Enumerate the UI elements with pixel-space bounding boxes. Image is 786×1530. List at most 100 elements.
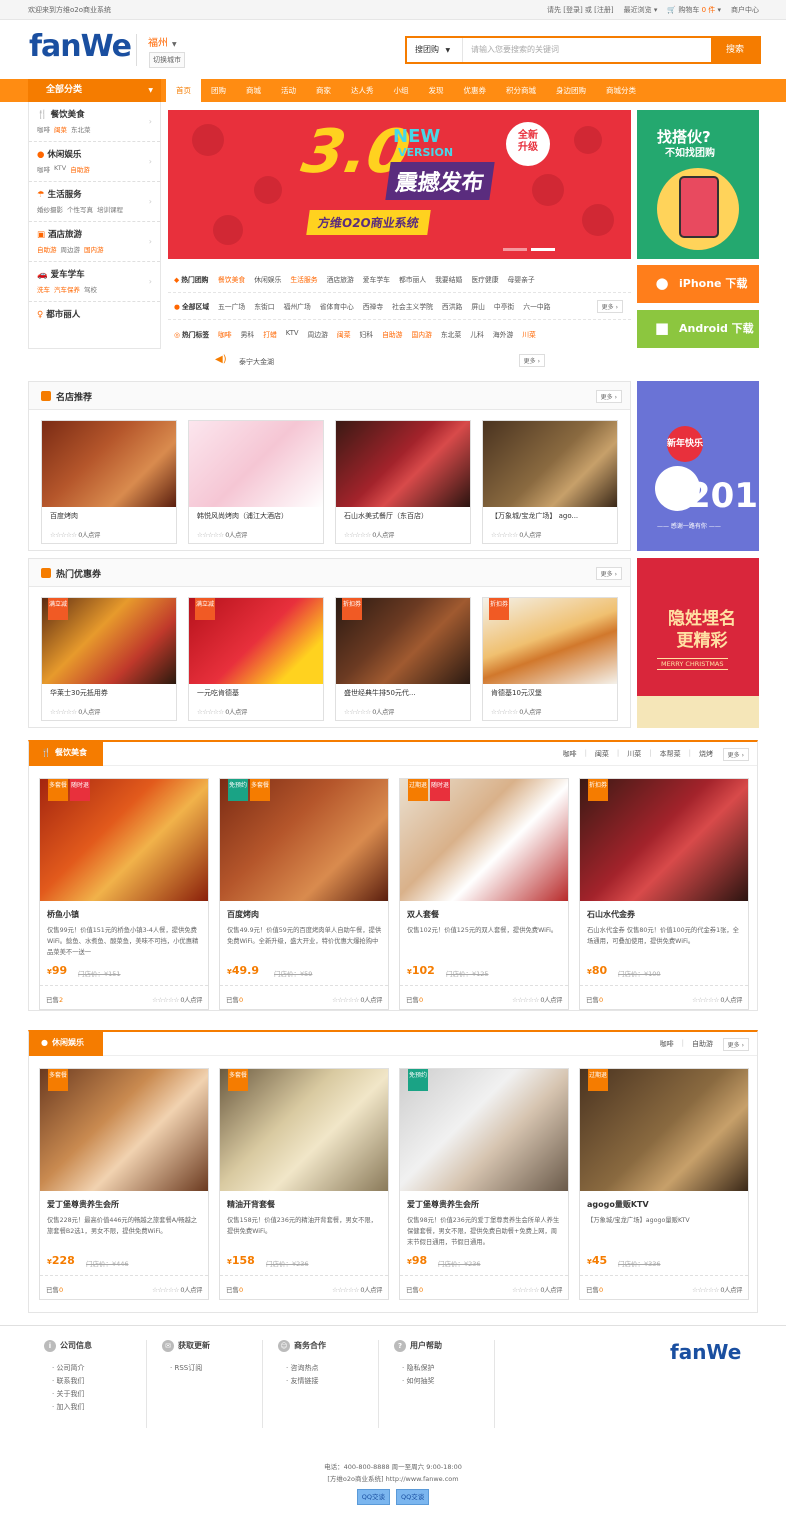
more-button[interactable]: 更多 › [595,567,622,580]
footer-link[interactable]: · 公司简介 [44,1362,92,1375]
deal-name[interactable]: 爱丁堡尊贵养生会所 [407,1199,479,1210]
filter-option[interactable]: 国内游 [411,329,431,339]
shop-card[interactable]: 韩悦风尚烤肉（浦江大酒店） ☆☆☆☆☆ 0人点评 [188,420,324,544]
switch-city-button[interactable]: 切换城市 [149,52,185,68]
recent-viewed-menu[interactable]: 最近浏览 ▾ [624,5,658,15]
filter-option[interactable]: 海外游 [493,329,513,339]
filter-option[interactable]: 餐饮美食 [218,274,245,284]
deal-card[interactable]: 过期退 随时退 双人套餐 仅售102元！价值125元的双人套餐，提供免费WiFi。 ¥1… [399,778,569,1010]
filter-option[interactable]: 生活服务 [290,274,317,284]
category-title[interactable]: ☂ 生活服务 [37,188,152,200]
category-sub-link[interactable]: 培训课程 [97,204,123,214]
deal-name[interactable]: 石山水代金券 [587,909,635,920]
all-categories-button[interactable]: 全部分类 ▼ [28,79,161,102]
nav-item[interactable]: 优惠券 [454,79,497,102]
qq-chat-button[interactable]: QQ交谈 [356,1489,390,1505]
filter-option[interactable]: 男科 [241,329,255,339]
shop-card[interactable]: 折扣券 肯德基10元汉堡 ☆☆☆☆☆ 0人点评 [482,597,618,721]
card-name[interactable]: 韩悦风尚烤肉（浦江大酒店） [197,511,288,521]
footer-link[interactable]: · 咨询热点 [278,1362,326,1375]
floor-link[interactable]: 本帮菜 [660,749,681,759]
floor-link[interactable]: 咖啡 [660,1039,674,1049]
filter-option[interactable]: 中亭街 [494,301,514,311]
card-name[interactable]: 百度烤肉 [50,511,78,521]
card-image[interactable] [42,421,176,507]
deal-name[interactable]: 精油开背套餐 [227,1199,275,1210]
filter-option[interactable]: 屏山 [471,301,485,311]
footer-link[interactable]: · RSS订阅 [162,1362,210,1375]
filter-option[interactable]: 母婴亲子 [508,274,535,284]
filter-option[interactable]: 省体育中心 [320,301,354,311]
deal-card[interactable]: 过期退 agogo量贩KTV 【万象城/宝龙广场】agogo量贩KTV ¥45 门店价：… [579,1068,749,1300]
new-year-poster[interactable]: 新年快乐 2015 —— 感谢一路有你 —— [637,381,759,551]
category-group[interactable]: ▣ 酒店旅游 自助游 周边游 国内游 › [29,222,160,262]
christmas-poster[interactable]: 隐姓埋名更精彩 MERRY CHRISTMAS [637,558,759,728]
category-sub-link[interactable]: 驾校 [84,284,97,294]
filter-option[interactable]: 川菜 [522,329,536,339]
nav-item[interactable]: 发现 [419,79,454,102]
category-sub-link[interactable]: 周边游 [61,244,81,254]
footer-link[interactable]: · 隐私保护 [394,1362,442,1375]
footer-link[interactable]: · 关于我们 [44,1388,92,1401]
filter-option[interactable]: 福州广场 [284,301,311,311]
deal-name[interactable]: 桥鱼小镇 [47,909,79,920]
filter-option[interactable]: 西禅寺 [363,301,383,311]
nav-item[interactable]: 团购 [201,79,236,102]
category-sub-link[interactable]: 自助游 [37,244,57,254]
more-button[interactable]: 更多 › [722,1038,749,1051]
nav-item[interactable]: 身边团购 [546,79,596,102]
filter-option[interactable]: 东北菜 [441,329,461,339]
login-register-link[interactable]: 请先 [登录] 或 [注册] [547,5,614,15]
category-group[interactable]: ● 休闲娱乐 咖啡 KTV 自助游 › [29,142,160,182]
filter-option[interactable]: 闽菜 [337,329,351,339]
filter-option[interactable]: 都市丽人 [399,274,426,284]
card-name[interactable]: 石山水美式餐厅（东百店） [344,511,428,521]
shop-card[interactable]: 折扣券 盛世经典牛排50元代... ☆☆☆☆☆ 0人点评 [335,597,471,721]
deal-card[interactable]: 免预约 爱丁堡尊贵养生会所 仅售98元！价值236元的爱丁堡尊贵养生会所单人养生保健… [399,1068,569,1300]
shop-card[interactable]: 满立减 华莱士30元抵用券 ☆☆☆☆☆ 0人点评 [41,597,177,721]
filter-option[interactable]: 东街口 [254,301,274,311]
nav-item[interactable]: 首页 [166,79,201,102]
deal-name[interactable]: 爱丁堡尊贵养生会所 [47,1199,119,1210]
category-sub-link[interactable]: 国内游 [84,244,104,254]
category-title[interactable]: ▣ 酒店旅游 [37,228,152,240]
category-sub-link[interactable]: 咖啡 [37,124,50,134]
card-name[interactable]: 华莱士30元抵用券 [50,688,108,698]
iphone-download-button[interactable]: ● iPhone 下载 [637,265,759,303]
category-sub-link[interactable]: 自助游 [70,164,90,174]
footer-link[interactable]: · 如何抽奖 [394,1375,442,1388]
category-sub-link[interactable]: 闽菜 [54,124,67,134]
shop-card[interactable]: 百度烤肉 ☆☆☆☆☆ 0人点评 [41,420,177,544]
filter-option[interactable]: 爱车学车 [363,274,390,284]
banner-dot[interactable] [503,248,527,251]
filter-option[interactable]: 咖啡 [218,329,232,339]
deal-name[interactable]: agogo量贩KTV [587,1199,649,1210]
category-sub-link[interactable]: 东北菜 [71,124,91,134]
footer-logo[interactable]: fanWe [670,1340,741,1364]
filter-option[interactable]: KTV [286,329,299,339]
filter-option[interactable]: 六一中路 [523,301,550,311]
shop-card[interactable]: 满立减 一元吃肯德基 ☆☆☆☆☆ 0人点评 [188,597,324,721]
filter-option[interactable]: 社会主义学院 [392,301,433,311]
filter-option[interactable]: 妇科 [360,329,374,339]
floor-link[interactable]: 川菜 [627,749,641,759]
floor-link[interactable]: 咖啡 [563,749,577,759]
side-promo-banner[interactable]: 找搭伙? 不如找团购 [637,110,759,259]
filter-option[interactable]: 打蜡 [263,329,277,339]
search-input[interactable]: 请输入您要搜索的关键词 [463,38,711,62]
category-group[interactable]: ☂ 生活服务 婚纱摄影 个性写真 培训课程 › [29,182,160,222]
search-button[interactable]: 搜索 [711,38,759,62]
deal-card[interactable]: 多套餐 精油开背套餐 仅售158元！价值236元的精油开背套餐，男女不限，提供免费W… [219,1068,389,1300]
android-download-button[interactable]: ■ Android 下载 [637,310,759,348]
card-name[interactable]: 肯德基10元汉堡 [491,688,542,698]
category-group[interactable]: 🍴 餐饮美食 咖啡 闽菜 东北菜 › [29,102,160,142]
notice-text[interactable]: 泰宁大金湖 [239,357,274,367]
merchant-center-link[interactable]: 商户中心 [731,5,759,15]
deal-card[interactable]: 多套餐 随时退 桥鱼小镇 仅售99元！价值151元的桥鱼小镇3-4人餐，提供免费WiF… [39,778,209,1010]
category-group[interactable]: ♀ 都市丽人 [29,302,160,342]
filter-option[interactable]: 医疗健康 [471,274,498,284]
footer-link[interactable]: · 联系我们 [44,1375,92,1388]
nav-item[interactable]: 活动 [271,79,306,102]
site-logo[interactable]: fanWe [29,32,132,62]
hero-banner[interactable]: 3.0 NEW VERSION 震撼发布 全新 升级 方维O2O商业系统 [168,110,631,259]
